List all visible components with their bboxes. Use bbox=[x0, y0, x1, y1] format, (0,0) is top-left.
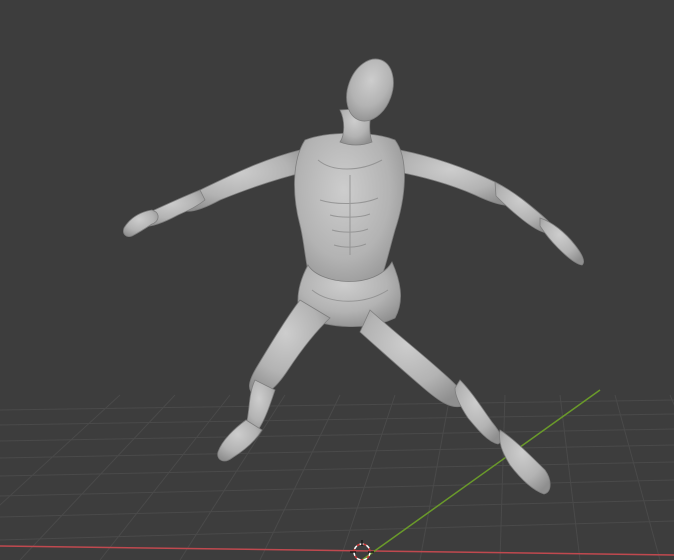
floor-grid bbox=[0, 394, 674, 560]
3d-cursor-icon[interactable] bbox=[350, 540, 374, 560]
x-axis-line bbox=[0, 545, 674, 556]
left-hand bbox=[123, 209, 159, 237]
right-shin bbox=[454, 379, 502, 445]
left-foot bbox=[217, 419, 263, 462]
right-hand bbox=[539, 217, 584, 266]
left-thigh bbox=[249, 299, 331, 396]
right-thigh bbox=[359, 309, 465, 408]
3d-viewport[interactable] bbox=[0, 0, 674, 560]
humanoid-sculpt-model[interactable] bbox=[123, 52, 584, 495]
